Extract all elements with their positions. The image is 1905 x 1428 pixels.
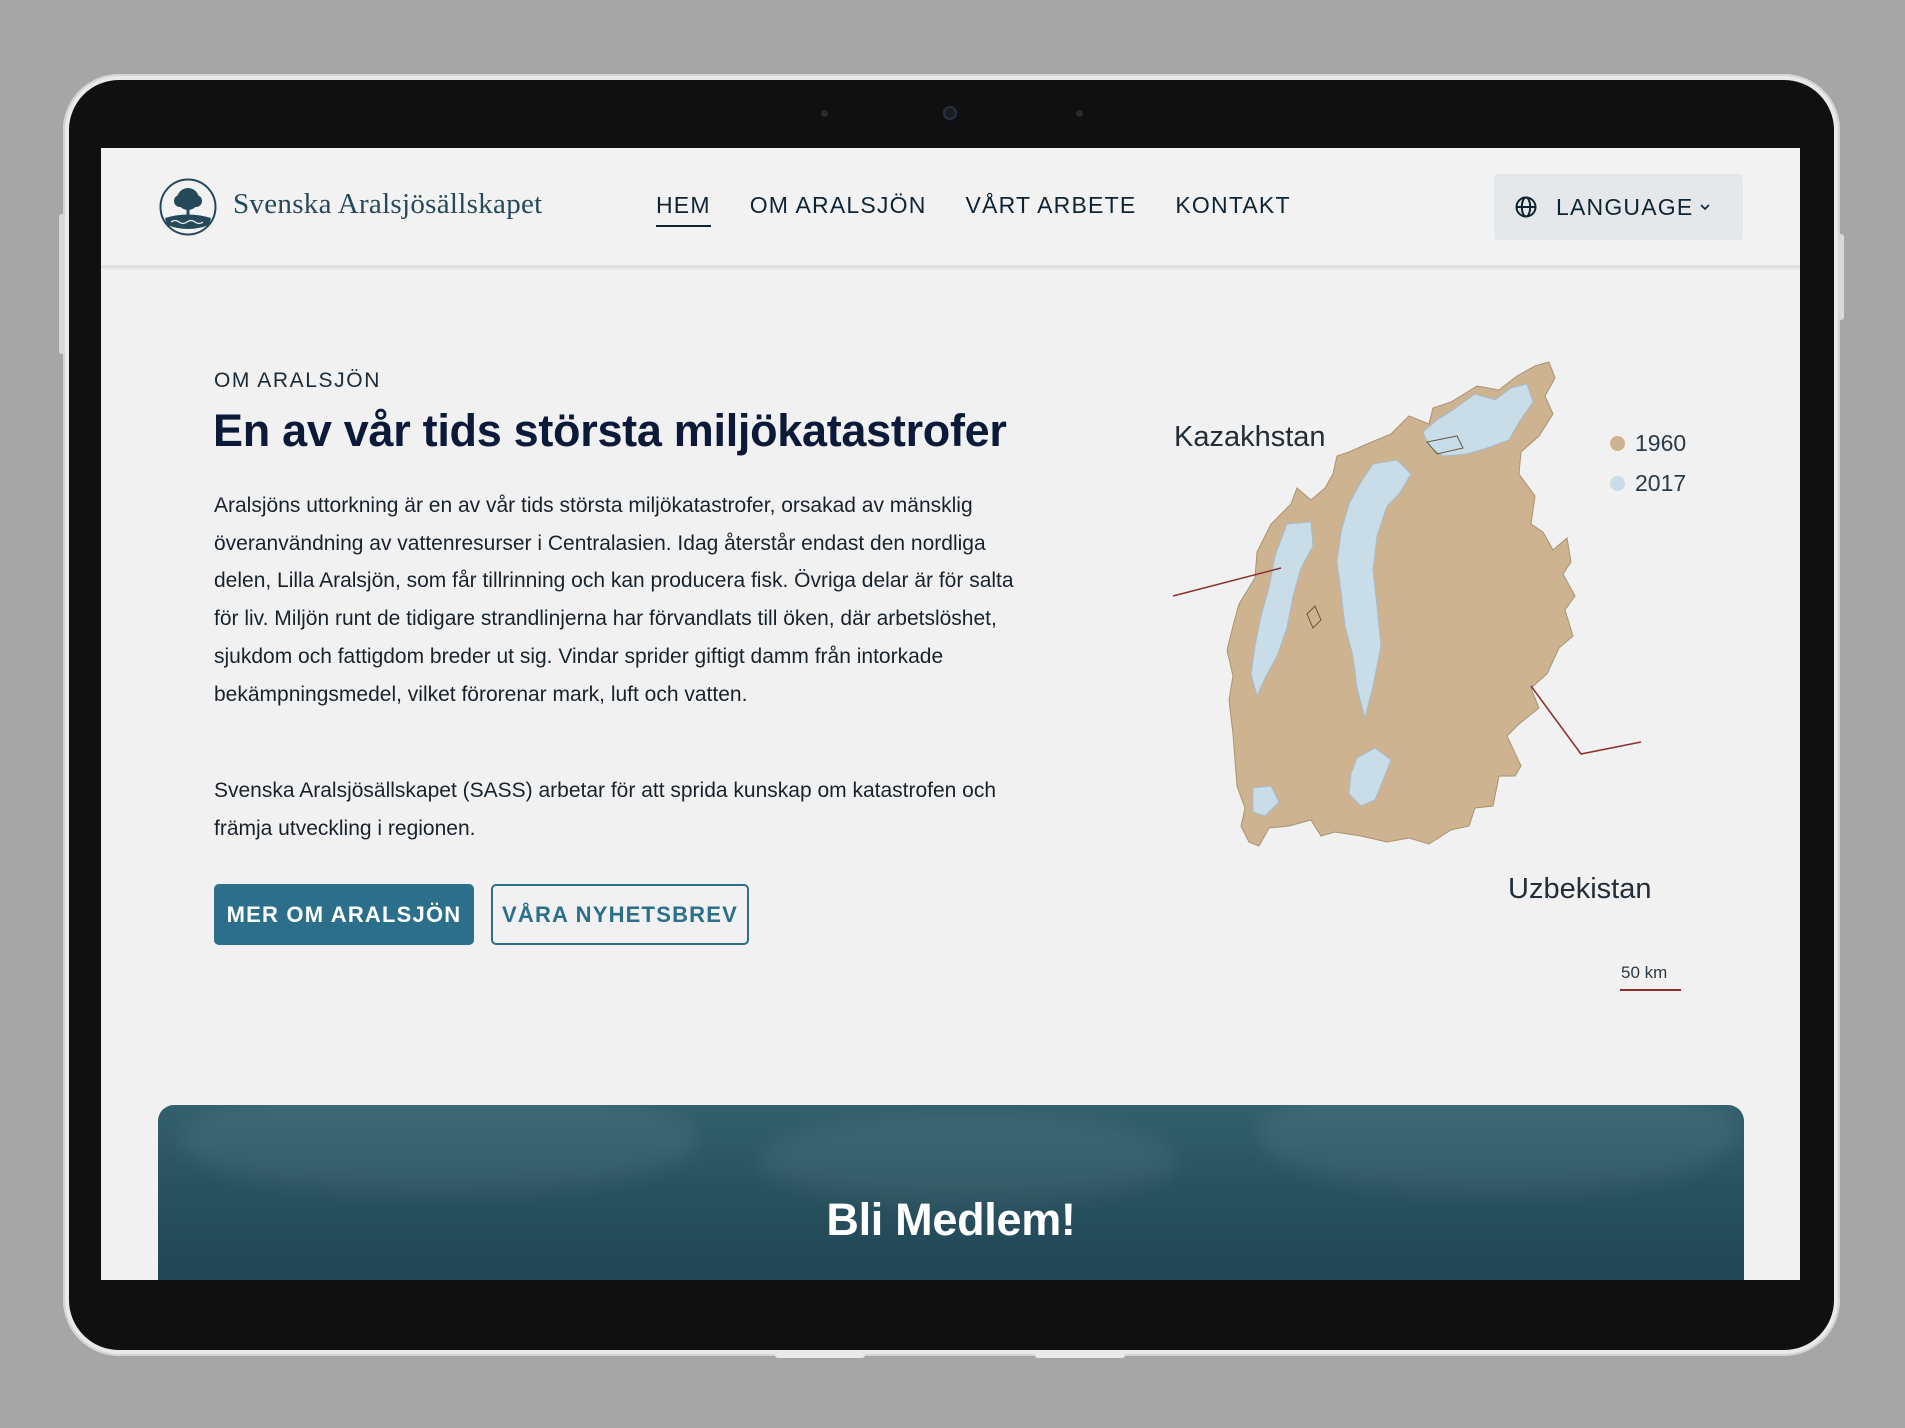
- legend-label-1960: 1960: [1635, 430, 1687, 456]
- page-title: En av vår tids största miljökatastrofer: [213, 405, 1007, 456]
- nav-item-kontakt[interactable]: KONTAKT: [1175, 192, 1290, 227]
- legend-1960: 1960: [1610, 430, 1686, 457]
- legend-dot-1960: [1610, 436, 1625, 451]
- screen: Svenska Aralsjösällskapet HEM OM ARALSJÖ…: [101, 148, 1800, 1280]
- banner-title: Bli Medlem!: [826, 1194, 1076, 1245]
- section-eyebrow: OM ARALSJÖN: [214, 369, 381, 392]
- map-scale-bar: [1620, 989, 1681, 991]
- map-scale-label: 50 km: [1621, 963, 1668, 982]
- language-selector[interactable]: LANGUAGE: [1494, 174, 1743, 240]
- brand-name[interactable]: Svenska Aralsjösällskapet: [233, 188, 543, 221]
- legend-label-2017: 2017: [1635, 470, 1687, 496]
- site-header: Svenska Aralsjösällskapet HEM OM ARALSJÖ…: [101, 148, 1800, 266]
- legend-2017: 2017: [1610, 470, 1686, 497]
- sensor-dot: [1076, 110, 1083, 117]
- legend-dot-2017: [1610, 476, 1625, 491]
- side-button: [59, 214, 65, 354]
- globe-icon: [1515, 196, 1537, 218]
- camera: [938, 101, 962, 125]
- sky-cloud: [178, 1105, 698, 1195]
- map-label-kazakhstan: Kazakhstan: [1174, 421, 1326, 453]
- map-label-uzbekistan: Uzbekistan: [1508, 873, 1652, 905]
- more-about-aral-button[interactable]: MER OM ARALSJÖN: [214, 884, 474, 945]
- language-label: LANGUAGE: [1556, 193, 1694, 220]
- sensor-dot: [821, 110, 828, 117]
- intro-paragraph: Aralsjöns uttorkning är en av vår tids s…: [214, 494, 1014, 706]
- side-button: [1838, 234, 1844, 320]
- nav-item-om-aralsjon[interactable]: OM ARALSJÖN: [750, 192, 927, 227]
- sky-cloud: [1258, 1105, 1738, 1195]
- uzbekistan-pointer: [1530, 685, 1642, 755]
- bottom-tab: [775, 1352, 865, 1358]
- tree-logo-icon[interactable]: [159, 178, 217, 236]
- sky-cloud: [758, 1115, 1178, 1205]
- main-nav: HEM OM ARALSJÖN VÅRT ARBETE KONTAKT: [656, 192, 1291, 227]
- nav-item-hem[interactable]: HEM: [656, 192, 711, 227]
- chevron-down-icon: [1700, 204, 1710, 211]
- sass-paragraph: Svenska Aralsjösällskapet (SASS) arbetar…: [214, 779, 997, 840]
- nav-item-vart-arbete[interactable]: VÅRT ARBETE: [966, 192, 1137, 227]
- bottom-tab: [1035, 1352, 1125, 1358]
- membership-banner: Bli Medlem!: [158, 1105, 1744, 1280]
- newsletters-button[interactable]: VÅRA NYHETSBREV: [491, 884, 749, 945]
